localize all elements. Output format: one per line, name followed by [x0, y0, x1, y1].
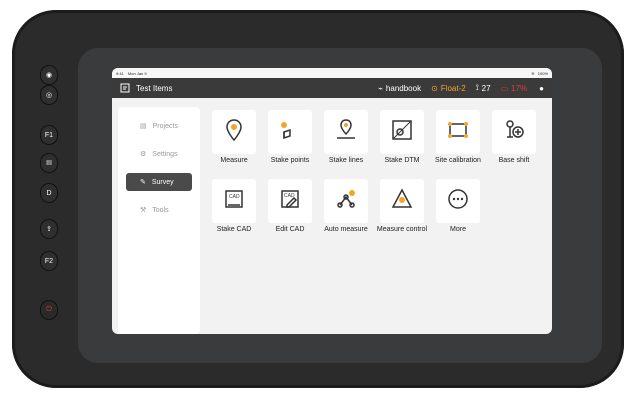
tile-stake-cad[interactable]: CAD Stake CAD — [208, 179, 260, 237]
tile-stake-lines[interactable]: Stake lines — [320, 110, 372, 168]
tile-base-shift-box — [492, 110, 536, 154]
status-bar: 9:41 Mon Jan 9 ≋ 100% — [112, 68, 552, 78]
device-screen: 9:41 Mon Jan 9 ≋ 100% Test Items ⌁ handb… — [112, 68, 552, 334]
document-icon — [120, 83, 130, 93]
hw-button-f2[interactable]: F2 — [41, 252, 57, 270]
sidebar-item-survey[interactable]: ✎ Survey — [126, 173, 192, 191]
location-pin-icon — [222, 118, 246, 147]
power-button[interactable]: ⏻ — [41, 301, 57, 319]
hw-button-iii[interactable]: III — [41, 154, 57, 172]
scan-icon: ◎ — [45, 92, 53, 99]
topbar-left: Test Items — [120, 83, 172, 93]
handbook-link[interactable]: ⌁ handbook — [378, 84, 421, 93]
stake-dtm-icon — [390, 118, 414, 147]
base-shift-icon — [502, 118, 526, 147]
tile-stake-dtm-box — [380, 110, 424, 154]
tile-measure-box — [212, 110, 256, 154]
tile-site-calibration-box — [436, 110, 480, 154]
survey-icon: ✎ — [140, 179, 146, 186]
tile-measure-control[interactable]: Measure control — [376, 179, 428, 237]
stake-points-icon — [278, 118, 302, 147]
sidebar: ▤ Projects ⚙ Settings ✎ Survey ⚒ Tools — [118, 107, 200, 334]
tile-edit-cad[interactable]: CAD Edit CAD — [264, 179, 316, 237]
user-icon[interactable]: ● — [539, 84, 544, 93]
tile-base-shift[interactable]: Base shift — [488, 110, 540, 168]
tile-stake-points[interactable]: Stake points — [264, 110, 316, 168]
svg-text:CAD: CAD — [229, 194, 240, 200]
topbar-right: ⌁ handbook ⊙ Float-2 ⟟ 27 ▭ 17% ● — [378, 83, 544, 93]
device-battery[interactable]: ▭ 17% — [501, 84, 528, 93]
tile-measure[interactable]: Measure — [208, 110, 260, 168]
power-icon: ⏻ — [46, 306, 52, 313]
top-app-bar: Test Items ⌁ handbook ⊙ Float-2 ⟟ 27 ▭ 1… — [112, 78, 552, 98]
tile-stake-cad-box: CAD — [212, 179, 256, 223]
tile-measure-control-box — [380, 179, 424, 223]
tile-auto-measure[interactable]: Auto measure — [320, 179, 372, 237]
sidebar-item-projects[interactable]: ▤ Projects — [118, 117, 200, 135]
hw-button-d[interactable]: D — [41, 184, 57, 202]
tile-more[interactable]: More — [432, 179, 484, 237]
tile-edit-cad-box: CAD — [268, 179, 312, 223]
tile-stake-points-box — [268, 110, 312, 154]
gear-icon: ⚙ — [140, 151, 147, 158]
status-left: 9:41 Mon Jan 9 — [116, 70, 147, 76]
tile-auto-measure-box — [324, 179, 368, 223]
scan-button[interactable]: ◎ — [41, 86, 57, 104]
float-status[interactable]: ⊙ Float-2 — [431, 84, 466, 93]
sidebar-item-tools[interactable]: ⚒ Tools — [118, 201, 200, 219]
more-icon — [446, 187, 470, 216]
wifi-icon: ≋ — [531, 70, 535, 76]
camera-button[interactable]: ◉ — [41, 66, 57, 84]
main-content: ▤ Projects ⚙ Settings ✎ Survey ⚒ Tools M… — [112, 98, 552, 334]
hw-button-f1[interactable]: F1 — [41, 126, 57, 144]
tools-icon: ⚒ — [140, 207, 147, 214]
upload-button[interactable]: ⇪ — [41, 220, 57, 238]
folder-icon: ▤ — [140, 123, 147, 130]
tile-stake-dtm[interactable]: Stake DTM — [376, 110, 428, 168]
tile-stake-lines-box — [324, 110, 368, 154]
upload-icon: ⇪ — [46, 226, 52, 233]
satellite-icon: ⟟ — [475, 83, 479, 92]
status-right: ≋ 100% — [531, 70, 548, 76]
sidebar-item-settings[interactable]: ⚙ Settings — [118, 145, 200, 163]
site-calibration-icon — [446, 118, 470, 147]
satellite-count[interactable]: ⟟ 27 — [476, 83, 491, 93]
edit-cad-icon: CAD — [278, 187, 302, 216]
stake-cad-icon: CAD — [222, 187, 246, 216]
signal-icon: ⌁ — [378, 83, 383, 93]
battery-icon: ▭ — [500, 83, 509, 93]
measure-control-icon — [390, 187, 414, 216]
camera-icon: ◉ — [45, 72, 53, 79]
topbar-title: Test Items — [136, 83, 173, 93]
survey-grid: Measure Stake points Stake lines Stake D… — [208, 110, 542, 324]
rtk-status-icon: ⊙ — [431, 83, 438, 93]
auto-measure-icon — [334, 187, 358, 216]
stake-lines-icon — [334, 118, 358, 147]
tile-more-box — [436, 179, 480, 223]
tile-site-calibration[interactable]: Site calibration — [432, 110, 484, 168]
